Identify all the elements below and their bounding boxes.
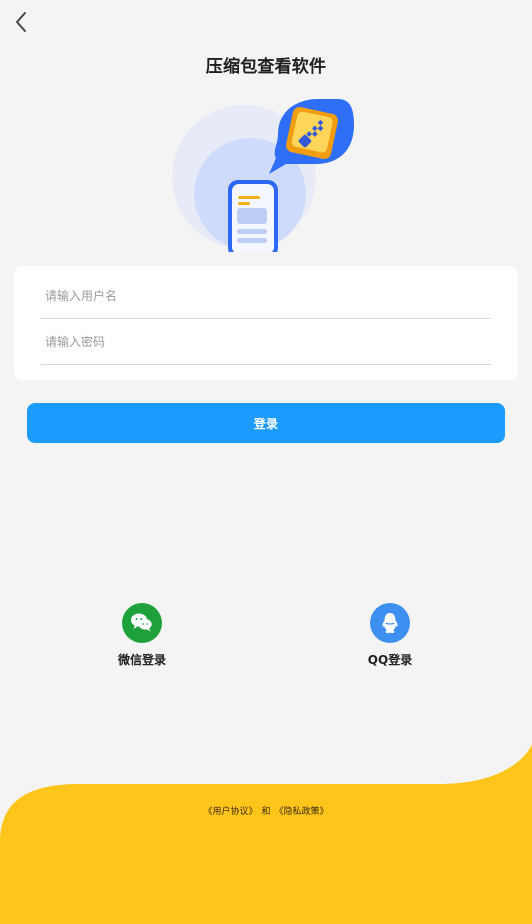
hero-illustration bbox=[168, 92, 368, 258]
chat-bubble-icon bbox=[269, 99, 354, 174]
qq-login-label: QQ登录 bbox=[367, 653, 413, 667]
user-agreement-link[interactable]: 《用户协议》 bbox=[203, 804, 257, 817]
wechat-icon bbox=[122, 603, 162, 643]
login-form bbox=[14, 266, 518, 380]
wechat-login-label: 微信登录 bbox=[117, 653, 166, 667]
phone-icon bbox=[228, 180, 278, 258]
password-input[interactable] bbox=[41, 319, 491, 364]
qq-login-button[interactable]: QQ登录 bbox=[354, 603, 426, 668]
page-title: 压缩包查看软件 bbox=[205, 57, 327, 77]
login-button[interactable]: 登录 bbox=[27, 403, 505, 443]
agreement-and-text: 和 bbox=[261, 807, 271, 817]
password-field-container bbox=[41, 319, 491, 365]
back-button[interactable] bbox=[8, 8, 34, 36]
username-field-container bbox=[41, 273, 491, 319]
chevron-left-icon bbox=[16, 12, 26, 32]
agreement-links: 《用户协议》 和 《隐私政策》 bbox=[0, 804, 532, 817]
wechat-login-button[interactable]: 微信登录 bbox=[106, 603, 178, 668]
qq-icon bbox=[370, 603, 410, 643]
username-input[interactable] bbox=[41, 273, 491, 318]
footer-wave bbox=[0, 744, 532, 924]
privacy-policy-link[interactable]: 《隐私政策》 bbox=[275, 804, 329, 817]
